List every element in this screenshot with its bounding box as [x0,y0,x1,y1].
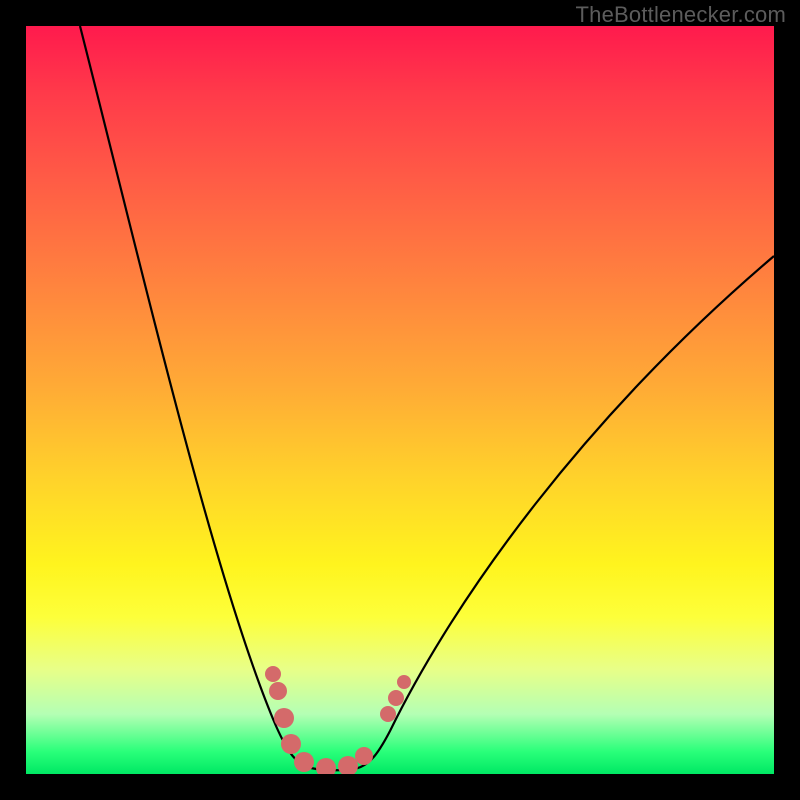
data-dot [274,708,294,728]
curve-layer [26,26,774,774]
watermark-text: TheBottlenecker.com [576,2,786,28]
data-dot [281,734,301,754]
data-dot [294,752,314,772]
data-dot [355,747,373,765]
data-dot [269,682,287,700]
plot-area [26,26,774,774]
data-dot [380,706,396,722]
data-dot [316,758,336,774]
data-dot [265,666,281,682]
data-dot [397,675,411,689]
chart-frame: TheBottlenecker.com [0,0,800,800]
data-dot [338,756,358,774]
bottleneck-curve [80,26,774,770]
dot-group [265,666,411,774]
data-dot [388,690,404,706]
